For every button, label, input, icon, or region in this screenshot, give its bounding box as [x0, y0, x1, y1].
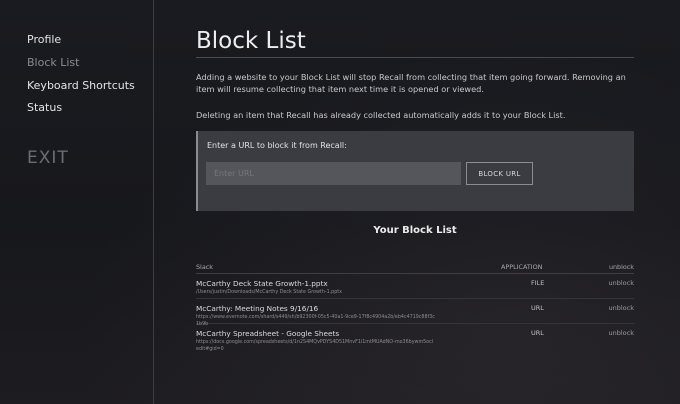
- sidebar-item-status[interactable]: Status: [27, 101, 62, 114]
- main-content: Block List Adding a website to your Bloc…: [196, 0, 634, 404]
- row-title: McCarthy: Meeting Notes 9/16/16: [196, 304, 319, 313]
- table-row: McCarthy Deck State Growth-1.pptx /Users…: [196, 274, 634, 299]
- url-input[interactable]: [206, 162, 461, 185]
- table-row: McCarthy: Meeting Notes 9/16/16 https://…: [196, 299, 635, 327]
- table-row: McCarthy Spreadsheet - Google Sheets htt…: [196, 324, 634, 354]
- block-url-panel: Enter a URL to block it from Recall: BLO…: [196, 131, 634, 211]
- title-divider: [196, 57, 634, 58]
- exit-button[interactable]: EXIT: [27, 148, 69, 168]
- block-list-heading: Your Block List: [373, 225, 457, 236]
- sidebar-item-keyboard-shortcuts[interactable]: Keyboard Shortcuts: [27, 79, 135, 92]
- block-url-button[interactable]: BLOCK URL: [466, 162, 533, 185]
- sidebar: Profile Block List Keyboard Shortcuts St…: [0, 0, 154, 404]
- url-prompt-label: Enter a URL to block it from Recall:: [207, 141, 347, 150]
- sidebar-item-block-list[interactable]: Block List: [27, 56, 79, 69]
- row-type: URL: [531, 329, 544, 337]
- column-header-action: unblock: [608, 263, 634, 271]
- row-type: FILE: [531, 279, 545, 287]
- row-title: McCarthy Spreadsheet - Google Sheets: [196, 329, 340, 338]
- unblock-link[interactable]: unblock: [609, 304, 635, 312]
- description-text: Adding a website to your Block List will…: [196, 72, 626, 94]
- unblock-link[interactable]: unblock: [609, 329, 635, 337]
- row-path: /Users/justin/Downloads/McCarthy Deck St…: [196, 290, 342, 295]
- row-title: McCarthy Deck State Growth-1.pptx: [196, 279, 328, 288]
- unblock-link[interactable]: unblock: [609, 279, 635, 287]
- description-text-secondary: Deleting an item that Recall has already…: [196, 110, 566, 120]
- column-header-type: APPLICATION: [501, 263, 543, 271]
- column-header-name: Slack: [196, 263, 213, 271]
- row-type: URL: [531, 304, 544, 312]
- page-title: Block List: [196, 28, 306, 54]
- sidebar-item-profile[interactable]: Profile: [27, 33, 61, 46]
- row-path: https://docs.google.com/spreadsheets/d/1…: [196, 340, 434, 352]
